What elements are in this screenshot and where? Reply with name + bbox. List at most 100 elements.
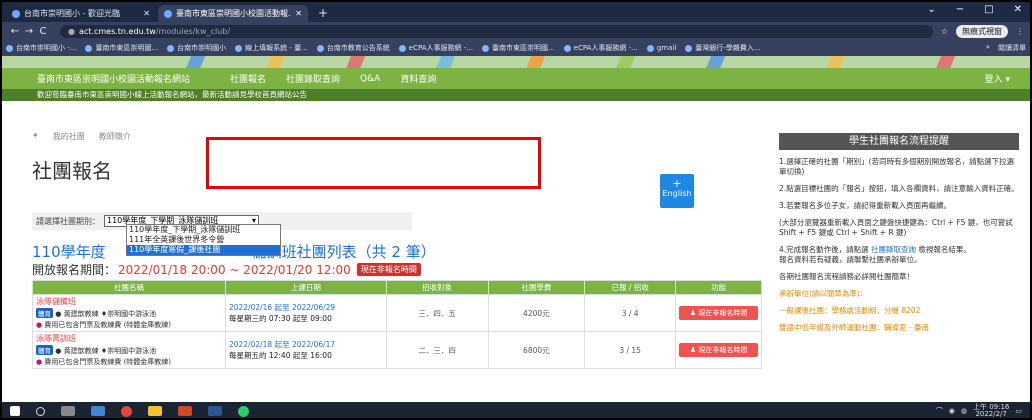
browser-menu-icon[interactable]: ⋮ — [1016, 27, 1024, 36]
not-open-button[interactable]: ♟ 現在非報名時間 — [679, 343, 758, 357]
list-heading-prefix: 110學年度 — [32, 243, 106, 261]
close-tab-icon[interactable]: ✕ — [143, 9, 150, 18]
word-icon[interactable] — [208, 406, 222, 416]
announcement-marquee: 歡迎蒞臨臺南市東區崇明國小線上活動報名網站，最新活動請見學校首頁網站公告 — [2, 89, 1030, 101]
fee-cell: 4200元 — [487, 294, 586, 332]
category-tag: 體育 — [36, 345, 53, 355]
not-open-button[interactable]: ♟ 現在非報名時間 — [679, 306, 758, 320]
bookmark-star-icon[interactable]: ☆ — [941, 27, 948, 36]
login-menu[interactable]: 登入 ▾ — [985, 72, 1010, 85]
target-cell: 三．四．五 — [385, 294, 489, 332]
notification-icon[interactable]: ▭ — [1015, 407, 1022, 415]
screen: 台南市崇明國小 - 歡迎光臨 ✕ 臺南市東區崇明國小校園活動報... ✕ + ⌄… — [0, 0, 1032, 420]
windows-taskbar: ⌒ ◉ ◍ 上午 09:16 2022/2/7 ▭ — [2, 402, 1030, 418]
nav-link-qa[interactable]: Q&A — [360, 74, 380, 84]
club-fee-note: ● 費用已包含門票及教練費 (特體金庫教練) — [36, 357, 222, 367]
teacher-name: 黃建歆教練 — [63, 310, 99, 318]
term-option[interactable]: 111年全英課後世界冬令營 — [127, 235, 280, 245]
period-value: 2022/01/18 20:00 ~ 2022/01/20 12:00 — [118, 262, 351, 277]
bookmark-item[interactable]: 臺南市東區崇明國... — [85, 43, 158, 53]
home-icon[interactable]: ✦ — [32, 131, 39, 142]
user-icon: ♟ — [689, 309, 697, 317]
reading-list-button[interactable]: 閱讀清單 — [998, 43, 1026, 53]
nav-link-data-query[interactable]: 資料查詢 — [400, 72, 436, 85]
search-icon[interactable] — [36, 406, 45, 416]
bookmark-item[interactable]: 臺南市東區崇明國... — [481, 43, 555, 53]
url-field[interactable]: ● act.cmes.tn.edu.tw/modules/kw_club/ — [60, 24, 933, 38]
breadcrumb-my-clubs[interactable]: 我的社團 — [53, 131, 85, 142]
bookmark-item[interactable]: 線上填報系統 - 臺... — [235, 43, 308, 53]
period-label: 開放報名期間： — [32, 263, 117, 277]
line-app-icon[interactable] — [238, 405, 249, 417]
lock-icon: ● — [68, 26, 75, 36]
organizer-line-2: 雙語中低年級及外師運動社團：輔導室 - 臺南 — [779, 323, 929, 332]
minimize-icon[interactable]: − — [956, 4, 964, 15]
site-favicon-icon — [164, 9, 172, 18]
reload-icon[interactable]: C — [36, 26, 50, 37]
clock-date: 2022/2/7 — [975, 410, 1007, 418]
club-name-link[interactable]: 泳隊菁訓班 — [36, 333, 222, 344]
windows-start-icon[interactable] — [10, 406, 20, 416]
bookmark-favicon-icon — [235, 44, 243, 52]
incognito-badge[interactable]: 無痕式視窗 — [956, 24, 1008, 38]
breadcrumb-teacher-intro[interactable]: 教師簡介 — [99, 131, 131, 142]
back-icon[interactable]: ← — [8, 26, 22, 37]
file-manager-icon[interactable] — [91, 406, 105, 416]
bookmark-label: 台南市崇明國小 — [177, 44, 227, 52]
term-option-highlighted[interactable]: 110學年度寒假_課後社團 — [127, 245, 280, 255]
bookmark-label: gmail — [656, 44, 677, 52]
term-select-label: 請選擇社團期別： — [36, 216, 100, 226]
bookmark-favicon-icon — [6, 44, 13, 52]
contact-note: 報名資料若有疑義，請聯繫社團承辦單位。 — [779, 255, 922, 264]
bookmark-item[interactable]: 台南市崇明國小 -... — [6, 43, 76, 53]
window-controls: ⌄ − □ ✕ — [927, 4, 1022, 15]
chrome-icon[interactable] — [121, 405, 132, 417]
tab-search-icon[interactable]: ⌄ — [927, 4, 935, 15]
step4-prefix: 4.完成報名動作後，請點選 — [779, 245, 869, 254]
address-bar-actions: ☆ 無痕式視窗 ⋮ — [941, 24, 1024, 38]
bookmark-label: 臺南市東區崇明國... — [95, 44, 159, 52]
forward-icon[interactable]: → — [22, 26, 36, 37]
browser-tab-2[interactable]: 臺南市東區崇明國小校園活動報... ✕ — [158, 5, 308, 22]
nav-link-signup[interactable]: 社團報名 — [230, 72, 266, 85]
bookmark-item[interactable]: 臺灣銀行-學雜費入... — [685, 43, 761, 53]
tray-network-icon[interactable]: ◉ — [949, 407, 955, 415]
club-name-link[interactable]: 泳隊儲備班 — [36, 296, 222, 307]
signup-period: 開放報名期間： 2022/01/18 20:00 ~ 2022/01/20 12… — [32, 261, 421, 278]
more-bookmarks-icon[interactable]: » — [986, 43, 990, 53]
tab-title: 台南市崇明國小 - 歡迎光臨 — [24, 9, 120, 18]
col-header: 社團名稱 — [32, 280, 226, 295]
tray-people-icon[interactable]: ⌒ — [936, 406, 943, 416]
bookmark-item[interactable]: gmail — [646, 44, 677, 52]
site-name-link[interactable]: 臺南市東區崇明國小校園活動報名網站 — [37, 72, 190, 85]
bookmark-label: 台南市崇明國小 -... — [16, 44, 77, 52]
bookmark-item[interactable]: eCPA人事服務網 -... — [398, 43, 473, 53]
file-explorer-icon[interactable] — [148, 406, 162, 416]
close-window-icon[interactable]: ✕ — [1014, 4, 1022, 15]
bookmark-item[interactable]: 台南市崇明國小 — [167, 43, 226, 53]
bookmark-item[interactable]: eCPA人事服務網 -... — [563, 43, 638, 53]
bookmark-label: eCPA人事服務網 -... — [408, 44, 473, 52]
guide-step-1: 1.選擇正確的社團「期別」(若同時有多個期別開放報名，請點選下拉選單切換) — [779, 157, 1015, 176]
powerpoint-icon[interactable] — [178, 406, 192, 416]
taskbar-clock[interactable]: 上午 09:16 2022/2/7 — [973, 404, 1009, 418]
close-tab-icon[interactable]: ✕ — [295, 9, 302, 18]
annotation-red-box — [206, 137, 541, 189]
bookmark-item[interactable]: 台南市教育公告系統 — [316, 43, 390, 53]
new-tab-button[interactable]: + — [310, 5, 336, 22]
english-button[interactable]: + English — [660, 174, 694, 208]
date-cell: 2022/02/18 起至 2022/06/17 每星期五的 12:40 起至 … — [224, 331, 387, 369]
maximize-icon[interactable]: □ — [984, 4, 993, 15]
fee-note-text: 費用已包含門票及教練費 (特體金庫教練) — [44, 321, 172, 329]
browser-tab-bar: 台南市崇明國小 - 歡迎光臨 ✕ 臺南市東區崇明國小校園活動報... ✕ + ⌄… — [2, 2, 1030, 22]
tray-volume-icon[interactable]: ◍ — [961, 407, 967, 415]
address-bar-row: ← → C ● act.cmes.tn.edu.tw/modules/kw_cl… — [2, 22, 1030, 40]
task-view-icon[interactable] — [61, 406, 75, 416]
term-option[interactable]: 110學年度_下學期_泳隊儲訓班 — [127, 225, 280, 235]
bookmark-favicon-icon — [481, 44, 489, 52]
guide-step-4: 4.完成報名動作後，請點選 社團錄取查詢 檢視報名結果。 報名資料若有疑義，請聯繫… — [779, 245, 1019, 265]
nav-link-admission-query[interactable]: 社團錄取查詢 — [286, 72, 340, 85]
english-button-label: English — [662, 189, 692, 198]
admission-query-link[interactable]: 社團錄取查詢 — [871, 245, 916, 254]
browser-tab-1[interactable]: 台南市崇明國小 - 歡迎光臨 ✕ — [6, 5, 156, 22]
